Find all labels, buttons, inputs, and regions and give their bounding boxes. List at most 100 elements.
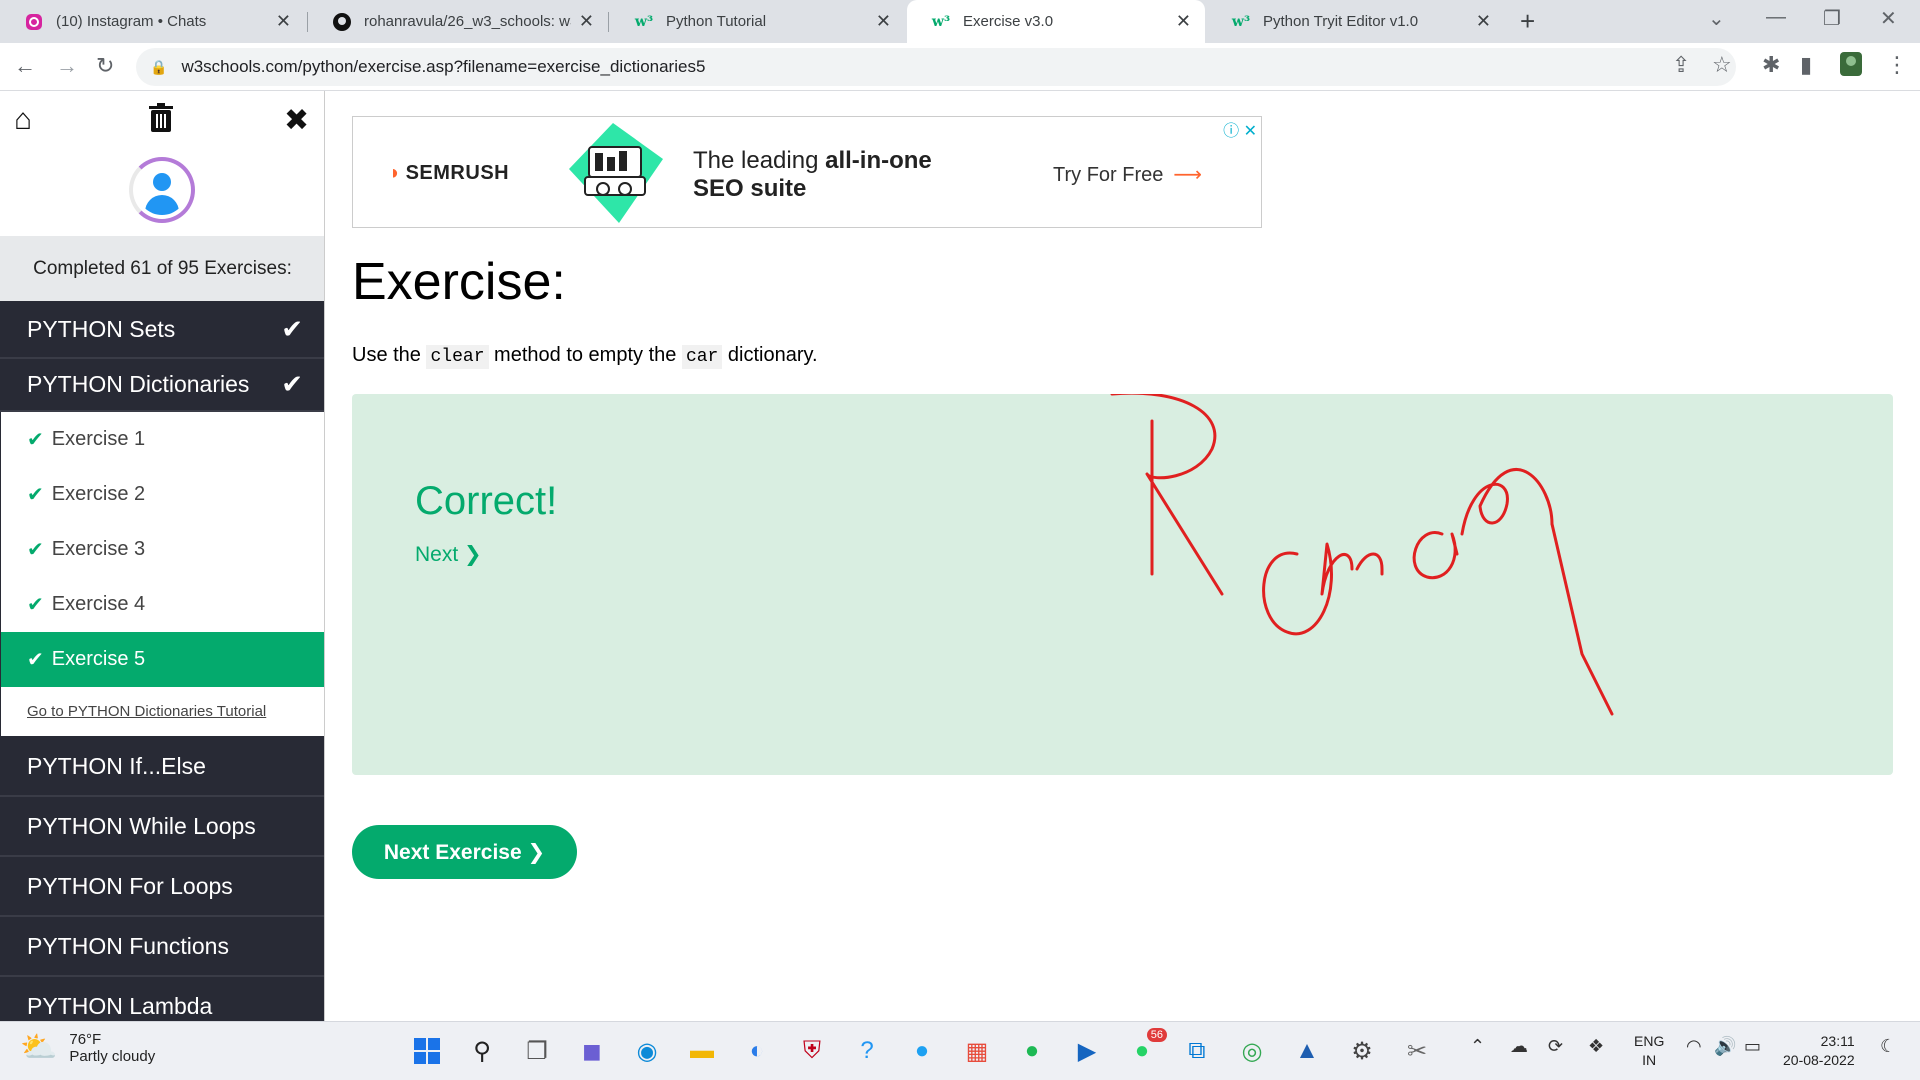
search-icon[interactable]: ⚲	[465, 1034, 499, 1068]
ad-cta[interactable]: Try For Free ⟶	[1053, 162, 1202, 187]
twitter-icon[interactable]: ●	[905, 1034, 939, 1068]
tab-title: rohanravula/26_w3_schools: w3 s	[364, 13, 571, 30]
onedrive-cloud-icon[interactable]: ☁	[1510, 1036, 1528, 1057]
close-tab-icon[interactable]: ✕	[1476, 11, 1491, 32]
weather-condition: Partly cloudy	[69, 1047, 156, 1065]
section-python-dictionaries[interactable]: PYTHON Dictionaries ✔	[0, 359, 324, 412]
next-link[interactable]: Next ❯	[415, 542, 482, 567]
section-python-if-else[interactable]: PYTHON If...Else	[0, 737, 324, 797]
mcafee-icon[interactable]: ⛨	[795, 1034, 829, 1068]
reload-icon[interactable]: ↻	[96, 53, 114, 79]
edge-icon[interactable]: ◉	[630, 1034, 664, 1068]
extensions-puzzle-icon[interactable]: ✱	[1762, 52, 1780, 78]
close-tab-icon[interactable]: ✕	[579, 11, 594, 32]
settings-gear-icon[interactable]: ⚙	[1345, 1034, 1379, 1068]
tab-divider	[608, 12, 609, 32]
home-icon[interactable]: ⌂	[14, 103, 32, 137]
section-python-sets[interactable]: PYTHON Sets ✔	[0, 301, 324, 359]
tutorial-link[interactable]: Go to PYTHON Dictionaries Tutorial	[1, 687, 324, 736]
show-hidden-icons-chevron-icon[interactable]: ⌃	[1470, 1036, 1485, 1057]
section-label: PYTHON Lambda	[27, 992, 213, 1019]
exercise-item-4[interactable]: ✔ Exercise 4	[1, 577, 324, 632]
notifications-icon[interactable]: ☾	[1880, 1036, 1896, 1057]
section-python-lambda[interactable]: PYTHON Lambda	[0, 977, 324, 1021]
section-python-functions[interactable]: PYTHON Functions	[0, 917, 324, 977]
checkmark-icon: ✔	[281, 313, 303, 344]
minimize-icon[interactable]: —	[1766, 6, 1786, 29]
tab-instagram[interactable]: (10) Instagram • Chats ✕	[0, 0, 305, 43]
language-indicator[interactable]: ENG IN	[1634, 1032, 1664, 1070]
adchoices-icon[interactable]: ⓘ ✕	[1223, 117, 1257, 141]
video-editor-icon[interactable]: ▶	[1070, 1034, 1104, 1068]
section-label: PYTHON Sets	[27, 315, 176, 342]
restore-icon[interactable]: ❐	[1823, 6, 1841, 31]
system-clock[interactable]: 23:11 20-08-2022	[1783, 1032, 1855, 1070]
windows-start-icon[interactable]	[410, 1034, 444, 1068]
code-car: car	[681, 345, 723, 369]
exercise-item-1[interactable]: ✔ Exercise 1	[1, 412, 324, 467]
share-icon[interactable]: ⇪	[1672, 52, 1690, 78]
lock-icon: 🔒	[150, 58, 168, 75]
close-tab-icon[interactable]: ✕	[876, 11, 891, 32]
spotify-icon[interactable]: ●	[1015, 1034, 1049, 1068]
wifi-icon[interactable]: ◠	[1686, 1036, 1702, 1057]
volume-icon[interactable]: 🔊	[1714, 1036, 1736, 1057]
advertisement-banner[interactable]: ◗ SEMRUSH The leading all-in-one SEO suit…	[352, 116, 1262, 228]
exercise-label: Exercise 2	[51, 483, 146, 505]
snipping-tool-icon[interactable]: ✂	[1400, 1034, 1434, 1068]
task-view-icon[interactable]: ❐	[520, 1034, 554, 1068]
exercise-label: Exercise 1	[51, 428, 146, 450]
weather-widget[interactable]: ⛅ 76°F Partly cloudy	[20, 1030, 155, 1065]
close-tab-icon[interactable]: ✕	[276, 11, 291, 32]
forward-arrow-icon[interactable]: →	[56, 53, 78, 79]
semrush-flame-icon: ◗	[389, 162, 402, 184]
section-label: PYTHON While Loops	[27, 812, 256, 839]
exercise-item-3[interactable]: ✔ Exercise 3	[1, 522, 324, 577]
exercise-label: Exercise 3	[51, 538, 146, 560]
section-label: PYTHON If...Else	[27, 752, 206, 779]
help-icon[interactable]: ?	[850, 1034, 884, 1068]
photos-icon[interactable]: ▲	[1290, 1034, 1324, 1068]
section-python-while-loops[interactable]: PYTHON While Loops	[0, 797, 324, 857]
whatsapp-icon[interactable]: ● 56	[1125, 1028, 1167, 1068]
tab-python-tutorial[interactable]: w³ Python Tutorial ✕	[610, 0, 905, 43]
chrome-icon[interactable]: ◎	[1235, 1034, 1269, 1068]
battery-icon[interactable]: ▭	[1744, 1036, 1761, 1057]
checkmark-icon: ✔	[27, 594, 44, 616]
exercise-label: Exercise 5	[51, 648, 146, 670]
url-bar[interactable]: 🔒 w3schools.com/python/exercise.asp?file…	[136, 48, 1736, 86]
partly-cloudy-icon: ⛅	[20, 1031, 58, 1064]
profile-avatar-icon[interactable]	[1840, 52, 1862, 82]
close-sidebar-icon[interactable]: ✖	[284, 103, 309, 138]
edge-beta-icon[interactable]: ◐	[740, 1034, 774, 1068]
tab-tryit-editor[interactable]: w³ Python Tryit Editor v1.0 ✕	[1207, 0, 1505, 43]
exercise-sidebar: ⌂ ✖ Completed 61 of 95 Exercises: PYTHON…	[0, 91, 325, 1021]
bookmark-star-icon[interactable]: ☆	[1712, 52, 1732, 78]
user-icon	[137, 165, 187, 215]
exercise-item-5[interactable]: ✔ Exercise 5	[1, 632, 324, 687]
side-panel-icon[interactable]: ▮	[1800, 52, 1812, 78]
windows-taskbar: ⛅ 76°F Partly cloudy ⚲ ❐ ◼ ◉ ▬ ◐ ⛨ ? ● ▦…	[0, 1021, 1920, 1080]
close-tab-icon[interactable]: ✕	[1176, 11, 1191, 32]
new-tab-button[interactable]: +	[1520, 6, 1535, 37]
chat-icon[interactable]: ◼	[575, 1034, 609, 1068]
completion-counter: Completed 61 of 95 Exercises:	[0, 236, 324, 301]
close-window-icon[interactable]: ✕	[1880, 6, 1897, 31]
vscode-icon[interactable]: ⧉	[1180, 1034, 1214, 1068]
microsoft-store-icon[interactable]: ▦	[960, 1034, 994, 1068]
tab-github[interactable]: rohanravula/26_w3_schools: w3 s ✕	[308, 0, 608, 43]
exercise-item-2[interactable]: ✔ Exercise 2	[1, 467, 324, 522]
ad-headline: The leading all-in-one SEO suite	[693, 147, 932, 202]
section-python-for-loops[interactable]: PYTHON For Loops	[0, 857, 324, 917]
checkmark-icon: ✔	[27, 484, 44, 506]
tab-exercise-active[interactable]: w³ Exercise v3.0 ✕	[907, 0, 1205, 43]
back-arrow-icon[interactable]: ←	[14, 53, 36, 79]
next-exercise-button[interactable]: Next Exercise ❯	[352, 825, 577, 879]
tab-search-icon[interactable]: ⌄	[1708, 6, 1725, 31]
trash-icon[interactable]	[148, 103, 174, 141]
file-explorer-icon[interactable]: ▬	[685, 1034, 719, 1068]
dropbox-icon[interactable]: ❖	[1588, 1036, 1604, 1057]
sync-icon[interactable]: ⟳	[1548, 1036, 1563, 1057]
w3schools-icon: w³	[1231, 13, 1251, 30]
browser-menu-icon[interactable]: ⋮	[1886, 52, 1908, 78]
